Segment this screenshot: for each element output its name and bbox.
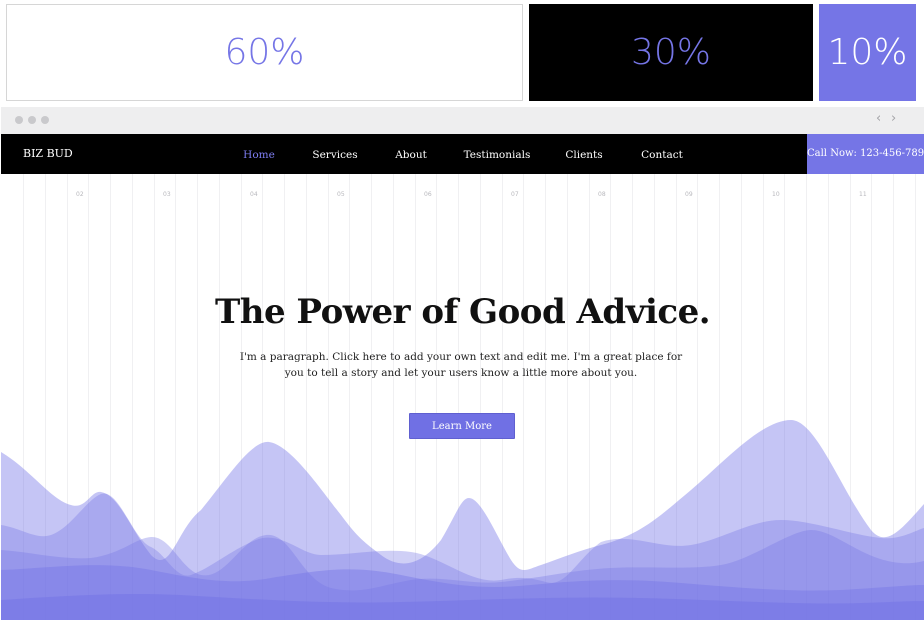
wave-decoration (1, 420, 924, 620)
column-number: 09 (685, 191, 693, 198)
column-number: 06 (424, 191, 432, 198)
learn-more-button[interactable]: Learn More (409, 413, 515, 439)
nav-services[interactable]: Services (312, 134, 357, 176)
column-number: 07 (511, 191, 519, 198)
column-number: 02 (76, 191, 84, 198)
window-dot-icon[interactable] (28, 116, 36, 124)
nav-testimonials[interactable]: Testimonials (464, 134, 531, 176)
forward-arrow-icon[interactable]: › (891, 111, 896, 126)
column-number: 10 (772, 191, 780, 198)
window-dot-icon[interactable] (15, 116, 23, 124)
swatch-10: 10% (819, 4, 916, 101)
hero-section: 02 03 04 05 06 07 08 09 10 11 The Power of Good A… (1, 174, 924, 620)
nav-home[interactable]: Home (243, 134, 275, 176)
column-number: 04 (250, 191, 258, 198)
swatch-30: 30% (529, 4, 813, 101)
swatch-60: 60% (6, 4, 523, 101)
back-arrow-icon[interactable]: ‹ (876, 111, 881, 126)
column-number: 08 (598, 191, 606, 198)
nav-contact[interactable]: Contact (641, 134, 683, 176)
hero-title: The Power of Good Advice. (214, 292, 711, 332)
nav-about[interactable]: About (395, 134, 427, 176)
browser-window: ‹ › BIZ BUD Home Services About Testimon… (1, 107, 924, 620)
column-number: 03 (163, 191, 171, 198)
column-number: 11 (859, 191, 867, 198)
browser-toolbar: ‹ › (1, 107, 924, 135)
brand-logo[interactable]: BIZ BUD (23, 134, 73, 174)
column-number: 05 (337, 191, 345, 198)
call-now-button[interactable]: Call Now: 123-456-7890 (807, 134, 924, 174)
hero-paragraph: I'm a paragraph. Click here to add your … (239, 351, 683, 379)
nav-clients[interactable]: Clients (565, 134, 602, 176)
site-header: BIZ BUD Home Services About Testimonials… (1, 134, 924, 174)
window-dot-icon[interactable] (41, 116, 49, 124)
